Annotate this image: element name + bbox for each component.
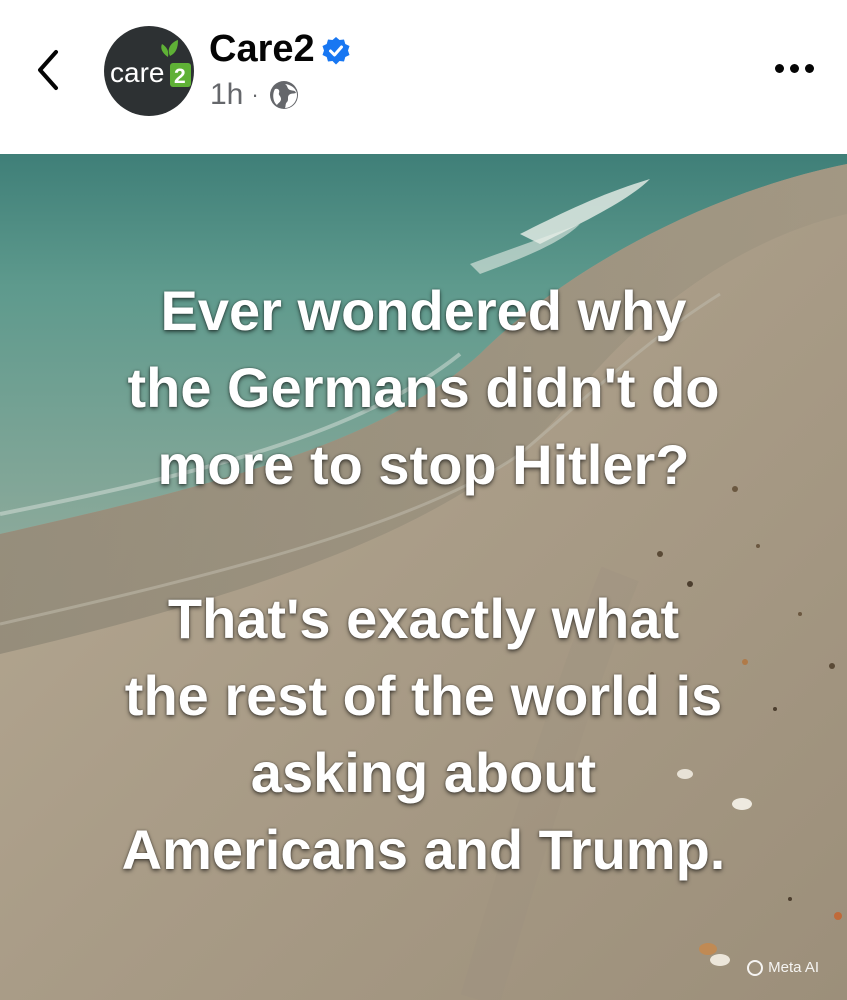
meta-separator: · (251, 82, 259, 107)
more-dots-icon (805, 64, 814, 73)
chevron-left-icon (38, 50, 58, 90)
svg-text:2: 2 (174, 65, 186, 88)
post-timestamp[interactable]: 1h (210, 78, 243, 112)
author-name[interactable]: Care2 (209, 26, 315, 72)
meta-ai-watermark: Meta AI (747, 959, 819, 976)
svg-text:care: care (110, 57, 164, 88)
meta-ai-icon (747, 959, 764, 976)
caption-paragraph-2: That's exactly what the rest of the worl… (121, 587, 726, 881)
more-dots-icon (775, 64, 784, 73)
post-image[interactable]: Ever wondered why the Germans didn't do … (0, 154, 847, 1000)
verified-badge-icon (322, 37, 350, 65)
care2-logo: care 2 (110, 40, 191, 88)
caption-paragraph-1: Ever wondered why the Germans didn't do … (127, 279, 720, 496)
more-options-button[interactable] (770, 52, 820, 86)
post-meta: 1h · (210, 78, 299, 112)
avatar[interactable]: care 2 (104, 26, 194, 116)
post-header: care 2 Care2 1h · (0, 0, 847, 154)
image-caption: Ever wondered why the Germans didn't do … (40, 272, 807, 888)
back-button[interactable] (30, 44, 70, 96)
globe-icon (269, 81, 298, 109)
meta-ai-label: Meta AI (768, 959, 819, 976)
more-dots-icon (790, 64, 799, 73)
